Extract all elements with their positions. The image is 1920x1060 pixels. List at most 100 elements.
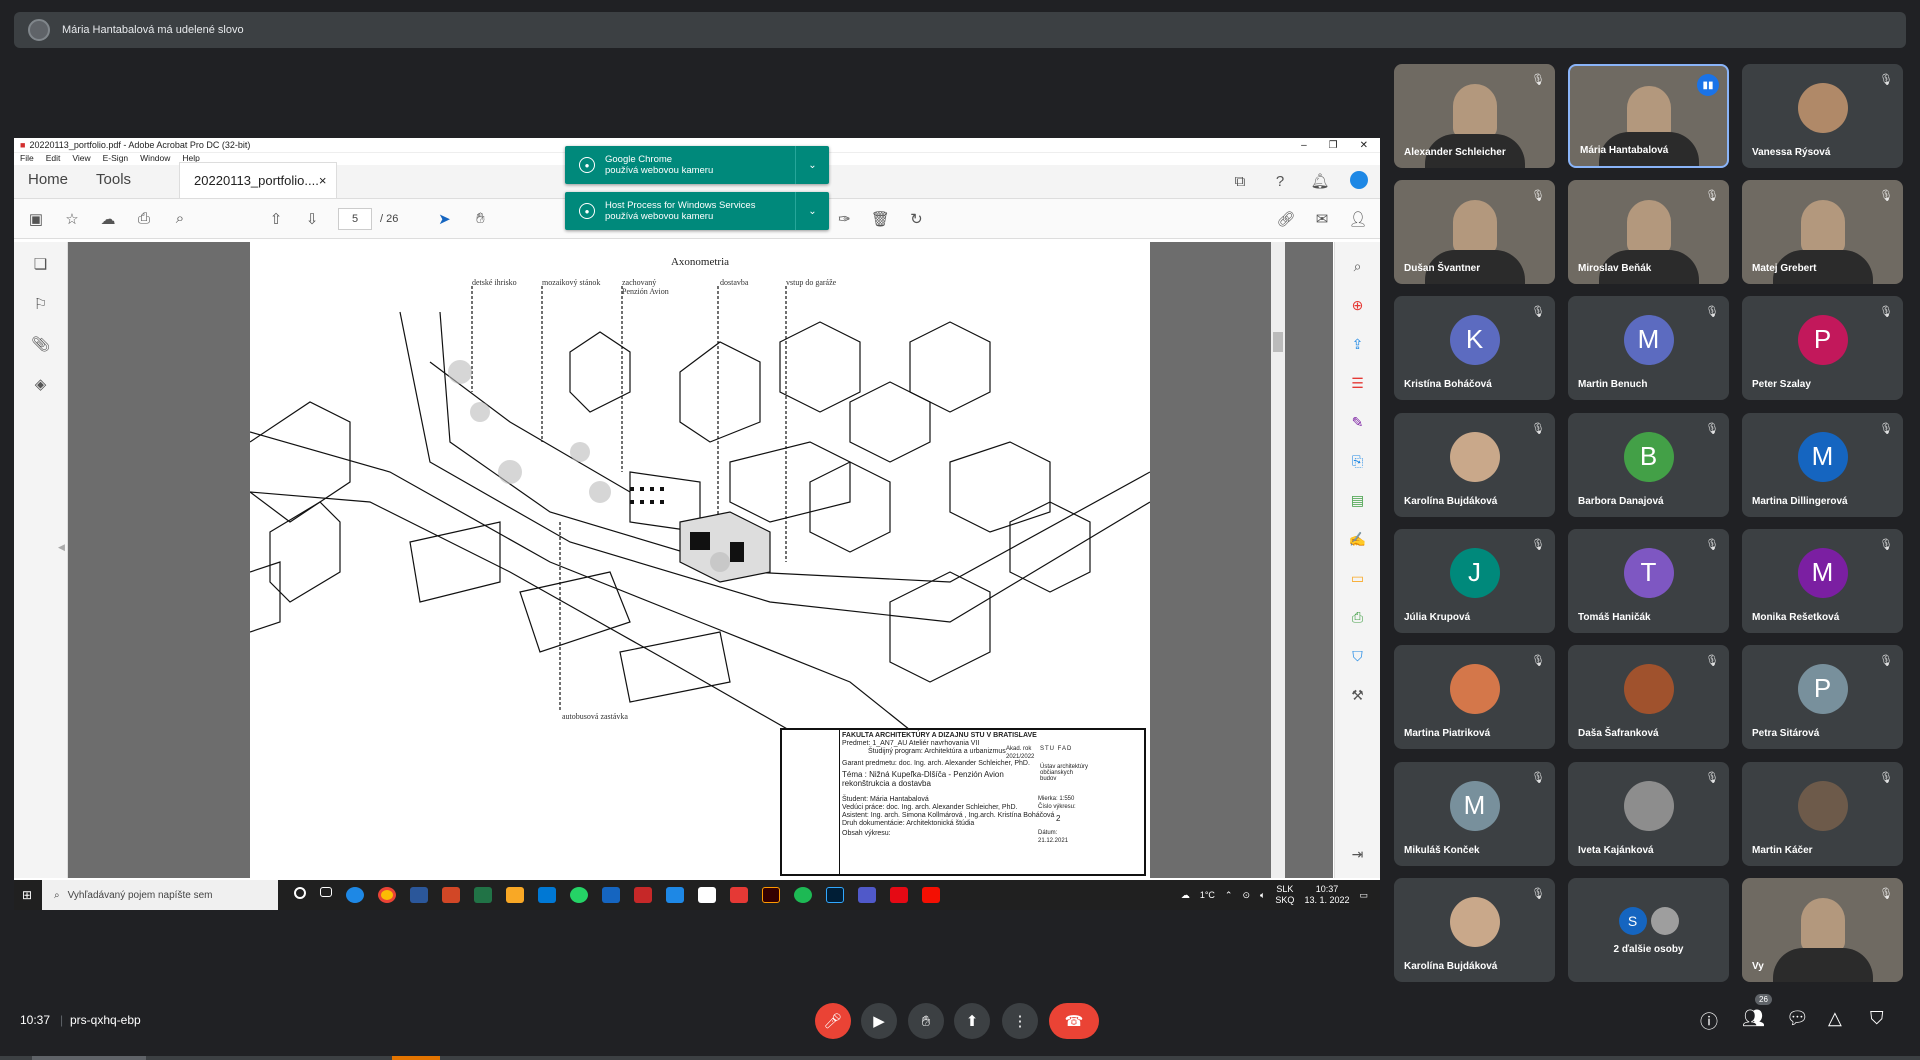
participant-tile[interactable]: P Petra Sitárová 🎙︎ bbox=[1742, 645, 1903, 749]
next-page-icon[interactable]: ⇩ bbox=[302, 209, 322, 229]
fill-sign-icon[interactable]: ✍ bbox=[1348, 529, 1368, 549]
present-screen-button[interactable]: ⬆ bbox=[954, 1003, 990, 1039]
chevron-down-icon[interactable]: ⌄ bbox=[795, 192, 829, 230]
excel-icon[interactable] bbox=[474, 887, 492, 903]
people-icon[interactable]: 👥︎ bbox=[1742, 1008, 1765, 1029]
chrome-icon[interactable] bbox=[378, 887, 396, 903]
acrobat-icon[interactable] bbox=[922, 887, 940, 903]
print-production-icon[interactable]: ⎙ bbox=[1348, 607, 1368, 627]
share-screen-icon[interactable]: ⧉ bbox=[1230, 171, 1250, 191]
webcam-notification-host[interactable]: ● Host Process for Windows Services použ… bbox=[565, 192, 829, 230]
rotate-icon[interactable]: ↻ bbox=[906, 209, 926, 229]
activities-icon[interactable]: △ bbox=[1828, 1008, 1842, 1029]
spotify-icon[interactable] bbox=[794, 887, 812, 903]
chevron-down-icon[interactable]: ⌄ bbox=[795, 146, 829, 184]
photoshop-icon[interactable] bbox=[826, 887, 844, 903]
star-icon[interactable]: ☆ bbox=[62, 209, 82, 229]
participant-tile[interactable]: M Martin Benuch 🎙︎ bbox=[1568, 296, 1729, 400]
participant-tile[interactable]: K Kristína Boháčová 🎙︎ bbox=[1394, 296, 1555, 400]
menu-edit[interactable]: Edit bbox=[46, 153, 61, 165]
stamp-icon[interactable]: ✑ bbox=[834, 209, 854, 229]
notification-center-icon[interactable]: ▭ bbox=[1359, 890, 1368, 901]
app-icon[interactable] bbox=[602, 887, 620, 903]
participant-tile[interactable]: Daša Šafranková 🎙︎ bbox=[1568, 645, 1729, 749]
edit-pdf-icon[interactable]: ✎ bbox=[1348, 412, 1368, 432]
page-number-input[interactable]: 5 bbox=[338, 207, 372, 230]
word-icon[interactable] bbox=[410, 887, 428, 903]
more-options-button[interactable]: ⋮ bbox=[1002, 1003, 1038, 1039]
zoom-icon[interactable]: ⌕ bbox=[170, 209, 190, 229]
vertical-scrollbar[interactable] bbox=[1271, 242, 1285, 878]
menu-view[interactable]: View bbox=[72, 153, 90, 165]
add-user-icon[interactable]: 👤︎ bbox=[1348, 209, 1368, 229]
file-explorer-icon[interactable] bbox=[506, 887, 524, 903]
edge-icon[interactable] bbox=[346, 887, 364, 903]
menu-window[interactable]: Window bbox=[140, 153, 170, 165]
bookmark-icon[interactable]: ⚐ bbox=[31, 294, 51, 314]
whatsapp-icon[interactable] bbox=[570, 887, 588, 903]
windows-start-icon[interactable]: ⊞ bbox=[22, 888, 32, 902]
chevron-up-icon[interactable]: ⌃ bbox=[1225, 890, 1233, 901]
enhance-scan-icon[interactable]: ⎘ bbox=[1348, 451, 1368, 471]
leave-call-button[interactable]: ☎ bbox=[1049, 1003, 1099, 1039]
network-icon[interactable]: ⊙ bbox=[1242, 890, 1250, 901]
delete-icon[interactable]: 🗑︎ bbox=[870, 209, 890, 229]
collapse-panel-icon[interactable]: ⇥ bbox=[1348, 844, 1368, 864]
participant-tile[interactable]: M Mikuláš Konček 🎙︎ bbox=[1394, 762, 1555, 866]
help-icon[interactable]: ? bbox=[1270, 171, 1290, 191]
participant-tile[interactable]: M Martina Dillingerová 🎙︎ bbox=[1742, 413, 1903, 517]
chat-icon[interactable]: 💬︎ bbox=[1786, 1008, 1809, 1029]
participant-tile[interactable]: Alexander Schleicher 🎙︎ bbox=[1394, 64, 1555, 168]
tab-document[interactable]: 20220113_portfolio.... × bbox=[179, 162, 338, 198]
webcam-notification-chrome[interactable]: ● Google Chrome používá webovou kameru ⌄ bbox=[565, 146, 829, 184]
attachment-icon[interactable]: 📎︎ bbox=[31, 334, 51, 354]
protect-icon[interactable]: ⛉ bbox=[1348, 646, 1368, 666]
scroll-left-icon[interactable]: ◀ bbox=[58, 542, 65, 553]
powerpoint-icon[interactable] bbox=[442, 887, 460, 903]
info-icon[interactable]: ⓘ bbox=[1700, 1008, 1718, 1034]
link-icon[interactable]: 🔗︎ bbox=[1276, 209, 1296, 229]
pages-icon[interactable]: ❏ bbox=[31, 254, 51, 274]
participant-tile[interactable]: Martin Káčer 🎙︎ bbox=[1742, 762, 1903, 866]
language-indicator[interactable]: SLK SKQ bbox=[1275, 884, 1294, 906]
prev-page-icon[interactable]: ⇧ bbox=[266, 209, 286, 229]
account-icon[interactable] bbox=[1350, 171, 1368, 189]
tab-home[interactable]: Home bbox=[14, 171, 82, 198]
mail-icon[interactable]: ✉ bbox=[1312, 209, 1332, 229]
autocad-icon[interactable] bbox=[634, 887, 652, 903]
volume-icon[interactable]: 🔈︎ bbox=[1260, 890, 1265, 901]
participant-tile[interactable]: Miroslav Beňák 🎙︎ bbox=[1568, 180, 1729, 284]
participant-tile[interactable]: Vy 🎙︎ bbox=[1742, 878, 1903, 982]
notepad-icon[interactable] bbox=[698, 887, 716, 903]
print-icon[interactable]: ⎙ bbox=[134, 209, 154, 229]
host-controls-icon[interactable]: ⛉ bbox=[1870, 1008, 1884, 1029]
menu-esign[interactable]: E-Sign bbox=[103, 153, 129, 165]
participant-tile[interactable]: Matej Grebert 🎙︎ bbox=[1742, 180, 1903, 284]
save-icon[interactable]: ▣ bbox=[26, 209, 46, 229]
participant-tile[interactable]: M Monika Rešetková 🎙︎ bbox=[1742, 529, 1903, 633]
tab-tools[interactable]: Tools bbox=[82, 171, 145, 198]
search-icon[interactable]: ⌕ bbox=[1348, 256, 1368, 276]
menu-file[interactable]: File bbox=[20, 153, 34, 165]
participant-tile[interactable]: S 2 ďalšie osoby bbox=[1568, 878, 1729, 982]
select-cursor-icon[interactable]: ➤ bbox=[434, 209, 454, 229]
organize-pages-icon[interactable]: ☰ bbox=[1348, 373, 1368, 393]
task-view-icon[interactable] bbox=[320, 887, 332, 897]
participant-tile[interactable]: P Peter Szalay 🎙︎ bbox=[1742, 296, 1903, 400]
comment-tool-icon[interactable]: ▭ bbox=[1348, 568, 1368, 588]
participant-tile[interactable]: Iveta Kajánková 🎙︎ bbox=[1568, 762, 1729, 866]
more-tools-icon[interactable]: ⚒ bbox=[1348, 685, 1368, 705]
teams-icon[interactable] bbox=[858, 887, 876, 903]
mic-off-button[interactable]: 🎤︎ bbox=[815, 1003, 851, 1039]
participant-tile[interactable]: Martina Piatriková 🎙︎ bbox=[1394, 645, 1555, 749]
doc-tab-close-icon[interactable]: × bbox=[319, 173, 327, 188]
participant-tile[interactable]: J Júlia Krupová 🎙︎ bbox=[1394, 529, 1555, 633]
close-icon[interactable]: ✕ bbox=[1360, 140, 1368, 151]
restore-icon[interactable]: ❐ bbox=[1329, 140, 1338, 151]
hand-icon[interactable]: ✋︎ bbox=[470, 209, 490, 229]
participant-tile[interactable]: Karolína Bujdáková 🎙︎ bbox=[1394, 878, 1555, 982]
participant-tile[interactable]: Vanessa Rýsová 🎙︎ bbox=[1742, 64, 1903, 168]
participant-tile[interactable]: Karolína Bujdáková 🎙︎ bbox=[1394, 413, 1555, 517]
taskbar-clock[interactable]: 10:37 13. 1. 2022 bbox=[1304, 884, 1349, 906]
cloud-upload-icon[interactable]: ☁ bbox=[98, 209, 118, 229]
